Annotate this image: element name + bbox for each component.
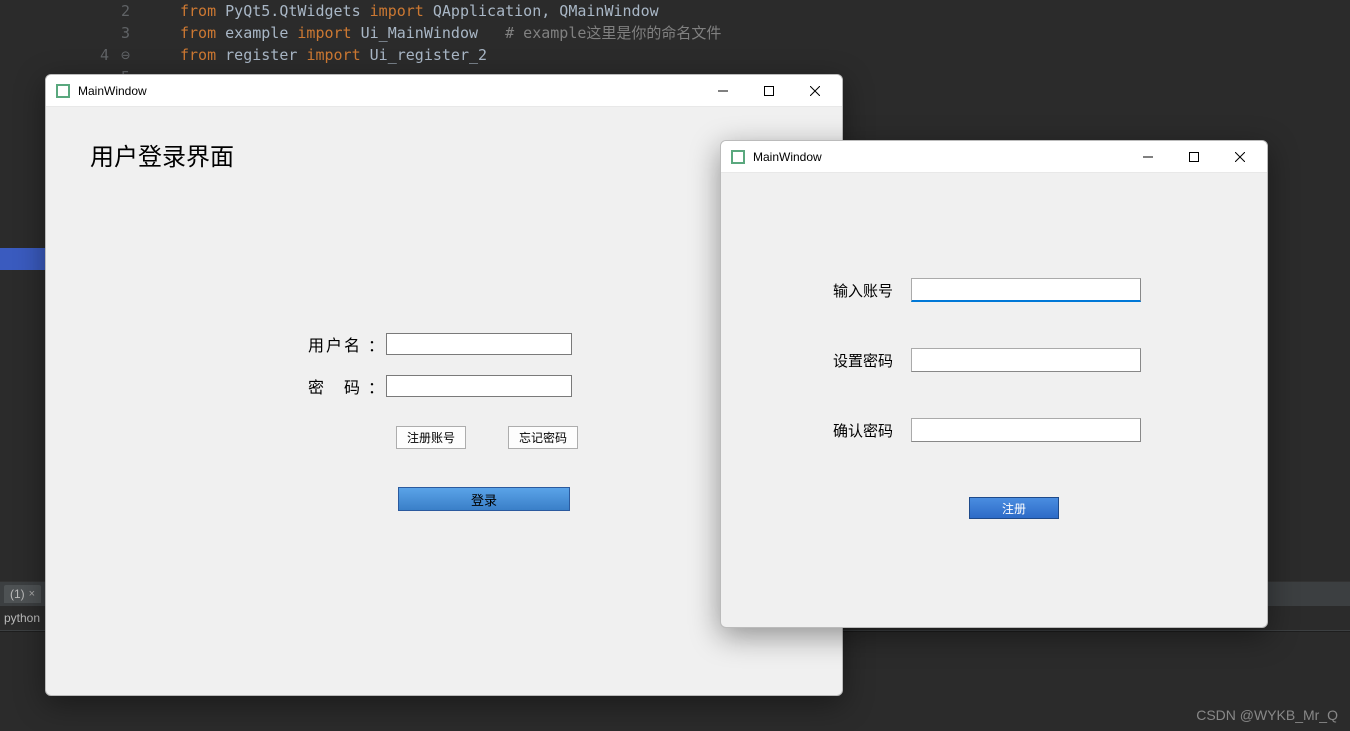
register-form: 输入账号 设置密码 确认密码 bbox=[815, 278, 1141, 488]
line-number: 2 bbox=[0, 0, 145, 22]
window-icon bbox=[731, 150, 745, 164]
login-button[interactable]: 登录 bbox=[398, 487, 570, 511]
tab-label: (1) bbox=[10, 587, 25, 601]
set-password-label: 设置密码 bbox=[815, 350, 911, 371]
selection-marker bbox=[0, 248, 46, 270]
close-button[interactable] bbox=[1217, 142, 1263, 172]
maximize-button[interactable] bbox=[746, 76, 792, 106]
terminal-label: python bbox=[4, 611, 40, 625]
confirm-password-input[interactable] bbox=[911, 418, 1141, 442]
confirm-password-label: 确认密码 bbox=[815, 420, 911, 441]
password-label: 密 码： bbox=[296, 374, 386, 398]
login-form: 用户名： 密 码： 注册账号 忘记密码 登录 bbox=[296, 332, 616, 511]
line-number: 4 ⊖ bbox=[0, 44, 145, 66]
minimize-button[interactable] bbox=[1125, 142, 1171, 172]
window-title: MainWindow bbox=[753, 150, 1125, 164]
code-line: from register import Ui_register_2 bbox=[115, 44, 1350, 66]
password-input[interactable] bbox=[386, 375, 572, 397]
watermark: CSDN @WYKB_Mr_Q bbox=[1196, 707, 1338, 723]
login-heading: 用户登录界面 bbox=[90, 137, 798, 172]
close-icon[interactable]: × bbox=[29, 588, 35, 600]
set-password-input[interactable] bbox=[911, 348, 1141, 372]
close-button[interactable] bbox=[792, 76, 838, 106]
fold-icon[interactable]: ⊖ bbox=[118, 44, 130, 66]
window-icon bbox=[56, 84, 70, 98]
account-input[interactable] bbox=[911, 278, 1141, 302]
register-link-button[interactable]: 注册账号 bbox=[396, 426, 466, 449]
code-line: from example import Ui_MainWindow # exam… bbox=[115, 22, 1350, 44]
titlebar[interactable]: MainWindow bbox=[46, 75, 842, 107]
account-label: 输入账号 bbox=[815, 280, 911, 301]
titlebar[interactable]: MainWindow bbox=[721, 141, 1267, 173]
window-title: MainWindow bbox=[78, 84, 700, 98]
maximize-button[interactable] bbox=[1171, 142, 1217, 172]
username-label: 用户名： bbox=[296, 332, 386, 356]
line-number: 3 bbox=[0, 22, 145, 44]
tab-item[interactable]: (1) × bbox=[4, 585, 41, 603]
minimize-button[interactable] bbox=[700, 76, 746, 106]
code-line: from PyQt5.QtWidgets import QApplication… bbox=[115, 0, 1350, 22]
forgot-password-button[interactable]: 忘记密码 bbox=[508, 426, 578, 449]
username-input[interactable] bbox=[386, 333, 572, 355]
register-submit-button[interactable]: 注册 bbox=[969, 497, 1059, 519]
register-window: MainWindow 输入账号 设置密码 确认密码 注册 bbox=[720, 140, 1268, 628]
